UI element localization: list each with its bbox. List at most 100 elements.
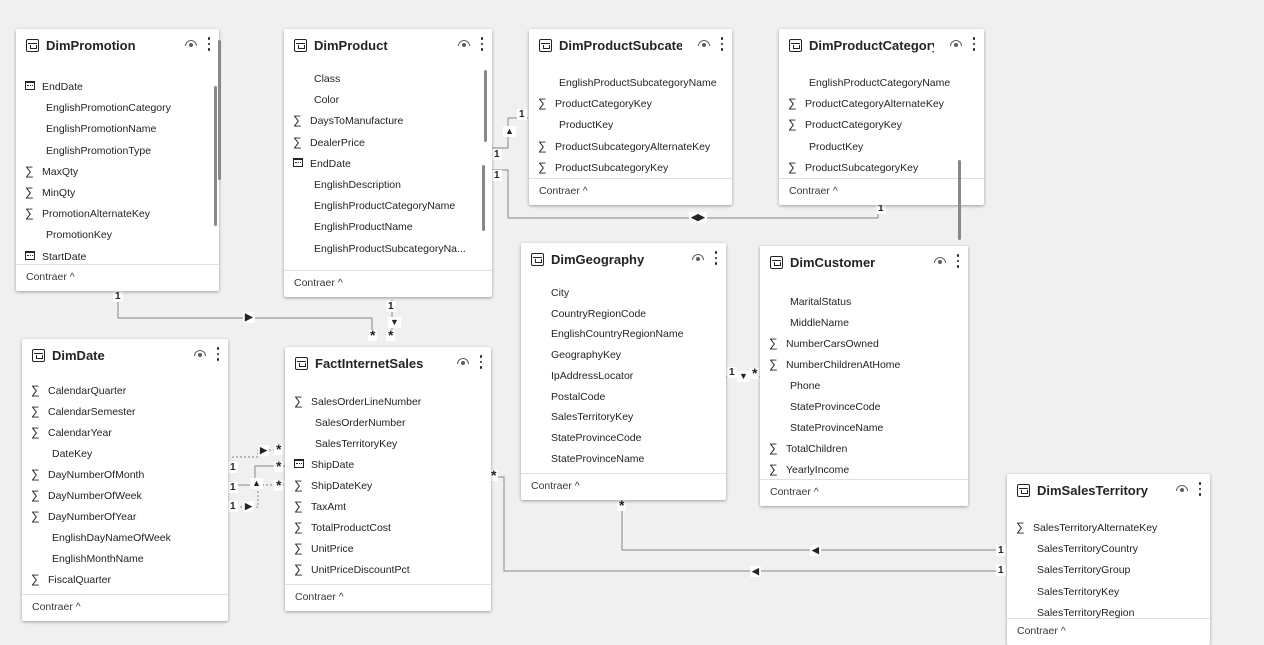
visibility-eye-icon[interactable] [184, 39, 198, 49]
table-header[interactable]: DimSalesTerritory [1007, 474, 1210, 506]
table-card-dimsalesterritory[interactable]: DimSalesTerritory ∑ SalesTerritoryAlternat… [1007, 474, 1210, 645]
field-row[interactable]: Phone [760, 376, 968, 396]
field-row[interactable]: EnglishProductCategoryName [284, 196, 492, 216]
field-row[interactable]: StateProvinceName [760, 418, 968, 438]
field-row[interactable]: EnglishProductSubcategoryNa... [284, 239, 492, 259]
filter-both-icon[interactable]: ◀▶ [689, 212, 707, 223]
filter-direction-icon[interactable]: ▶ [243, 312, 255, 323]
field-row[interactable]: ∑ NumberChildrenAtHome [760, 355, 968, 375]
table-card-dimgeography[interactable]: DimGeography City CountryRegionCode English… [521, 243, 726, 500]
more-options-icon[interactable] [956, 254, 960, 270]
filter-direction-icon[interactable]: ▲ [250, 478, 263, 489]
field-row[interactable]: EndDate [284, 154, 492, 174]
field-row[interactable]: ∑ ProductSubcategoryKey [529, 158, 732, 178]
field-row[interactable]: ∑ SalesTerritoryAlternateKey [1007, 518, 1210, 538]
field-row[interactable]: DateKey [22, 444, 228, 464]
field-row[interactable]: EndDate [16, 77, 219, 97]
table-header[interactable]: DimProduct [284, 29, 492, 61]
field-row[interactable]: ∑ TotalChildren [760, 439, 968, 459]
field-row[interactable]: ∑ CalendarQuarter [22, 381, 228, 401]
field-row[interactable]: MiddleName [760, 313, 968, 333]
field-row[interactable]: ∑ DayNumberOfWeek [22, 486, 228, 506]
field-row[interactable]: ∑ SalesOrderLineNumber [285, 392, 491, 412]
more-options-icon[interactable] [720, 37, 724, 53]
field-row[interactable]: ∑ ProductSubcategoryKey [779, 158, 984, 178]
field-row[interactable]: EnglishPromotionCategory [16, 98, 219, 118]
collapse-button[interactable]: Contraer ^ [789, 185, 838, 197]
field-row[interactable]: ∑ PromotionAlternateKey [16, 204, 219, 224]
field-row[interactable]: ∑ DaysToManufacture [284, 111, 492, 131]
field-row[interactable]: ∑ NumberCarsOwned [760, 334, 968, 354]
field-row[interactable]: ∑ ProductCategoryKey [779, 115, 984, 135]
field-row[interactable]: ∑ TotalProductCost [285, 518, 491, 538]
table-header[interactable]: DimGeography [521, 243, 726, 275]
table-card-dimproduct[interactable]: DimProduct Class Color ∑ DaysToManufacture ∑ D… [284, 29, 492, 297]
field-row[interactable]: ∑ YearlyIncome [760, 460, 968, 480]
field-row[interactable]: ∑ ProductCategoryAlternateKey [779, 94, 984, 114]
field-row[interactable]: ∑ ShipDateKey [285, 476, 491, 496]
field-row[interactable]: EnglishDescription [284, 175, 492, 195]
field-row[interactable]: ∑ CalendarSemester [22, 402, 228, 422]
field-row[interactable]: ∑ ProductSubcategoryAlternateKey [529, 137, 732, 157]
field-row[interactable]: ∑ UnitPriceDiscountPct [285, 560, 491, 580]
more-options-icon[interactable] [216, 347, 220, 363]
filter-direction-icon[interactable]: ▼ [388, 317, 401, 328]
field-row[interactable]: City [521, 283, 726, 303]
field-row[interactable]: ∑ DealerPrice [284, 133, 492, 153]
table-card-dimcustomer[interactable]: DimCustomer MaritalStatus MiddleName ∑ Numbe… [760, 160, 968, 506]
visibility-eye-icon[interactable] [697, 39, 711, 49]
filter-both-icon[interactable]: ▲ [503, 126, 516, 137]
field-row[interactable]: PromotionKey [16, 225, 219, 245]
more-options-icon[interactable] [714, 251, 718, 267]
collapse-button[interactable]: Contraer ^ [539, 185, 588, 197]
field-row[interactable]: ∑ CalendarYear [22, 423, 228, 443]
field-row[interactable]: SalesTerritoryKey [1007, 582, 1210, 602]
table-header[interactable]: DimCustomer [760, 246, 968, 278]
field-row[interactable]: StateProvinceName [521, 449, 726, 469]
collapse-button[interactable]: Contraer ^ [26, 271, 75, 283]
table-card-dimproductcategory[interactable]: DimProductCategory EnglishProductCategory… [779, 29, 984, 205]
more-options-icon[interactable] [1198, 482, 1202, 498]
table-header[interactable]: DimProductSubcateg... [529, 29, 732, 61]
field-row[interactable]: Color [284, 90, 492, 110]
field-row[interactable]: EnglishProductSubcategoryName [529, 73, 732, 93]
table-header[interactable]: DimPromotion [16, 29, 219, 61]
field-row[interactable]: EnglishPromotionType [16, 141, 219, 161]
visibility-eye-icon[interactable] [457, 39, 471, 49]
collapse-button[interactable]: Contraer ^ [295, 591, 344, 603]
field-row[interactable]: StateProvinceCode [521, 428, 726, 448]
filter-direction-icon[interactable]: ▶ [258, 445, 269, 456]
table-card-dimdate[interactable]: DimDate ∑ CalendarQuarter ∑ CalendarSemester… [22, 40, 228, 621]
field-row[interactable]: ProductKey [529, 115, 732, 135]
field-row[interactable]: ∑ MinQty [16, 183, 219, 203]
field-row[interactable]: Class [284, 69, 492, 89]
collapse-button[interactable]: Contraer ^ [1017, 625, 1066, 637]
field-row[interactable]: SalesTerritoryCountry [1007, 539, 1210, 559]
table-card-factinternetsales[interactable]: FactInternetSales ∑ SalesOrderLineNumber Sa… [285, 165, 491, 611]
field-row[interactable]: EnglishPromotionName [16, 119, 219, 139]
scrollbar[interactable] [958, 160, 961, 240]
more-options-icon[interactable] [479, 355, 483, 371]
table-card-dimpromotion[interactable]: DimPromotion EndDate EnglishPromotionCateg… [16, 29, 219, 291]
field-row[interactable]: IpAddressLocator [521, 366, 726, 386]
field-row[interactable]: SalesTerritoryKey [521, 407, 726, 427]
field-row[interactable]: ProductKey [779, 137, 984, 157]
more-options-icon[interactable] [480, 37, 484, 53]
filter-direction-icon[interactable]: ▶ [243, 501, 254, 512]
field-row[interactable]: EnglishDayNameOfWeek [22, 528, 228, 548]
field-row[interactable]: SalesOrderNumber [285, 413, 491, 433]
field-row[interactable]: ∑ DayNumberOfMonth [22, 465, 228, 485]
visibility-eye-icon[interactable] [1175, 484, 1189, 494]
field-row[interactable]: ∑ TaxAmt [285, 497, 491, 517]
filter-direction-icon[interactable]: ◀ [750, 566, 761, 577]
field-row[interactable]: StateProvinceCode [760, 397, 968, 417]
more-options-icon[interactable] [207, 37, 211, 53]
scrollbar[interactable] [482, 165, 485, 231]
field-row[interactable]: ∑ FiscalQuarter [22, 570, 228, 590]
visibility-eye-icon[interactable] [933, 256, 947, 266]
visibility-eye-icon[interactable] [193, 349, 207, 359]
scrollbar[interactable] [214, 86, 217, 226]
field-row[interactable]: MaritalStatus [760, 292, 968, 312]
field-row[interactable]: EnglishCountryRegionName [521, 324, 726, 344]
table-header[interactable]: FactInternetSales [285, 347, 491, 379]
